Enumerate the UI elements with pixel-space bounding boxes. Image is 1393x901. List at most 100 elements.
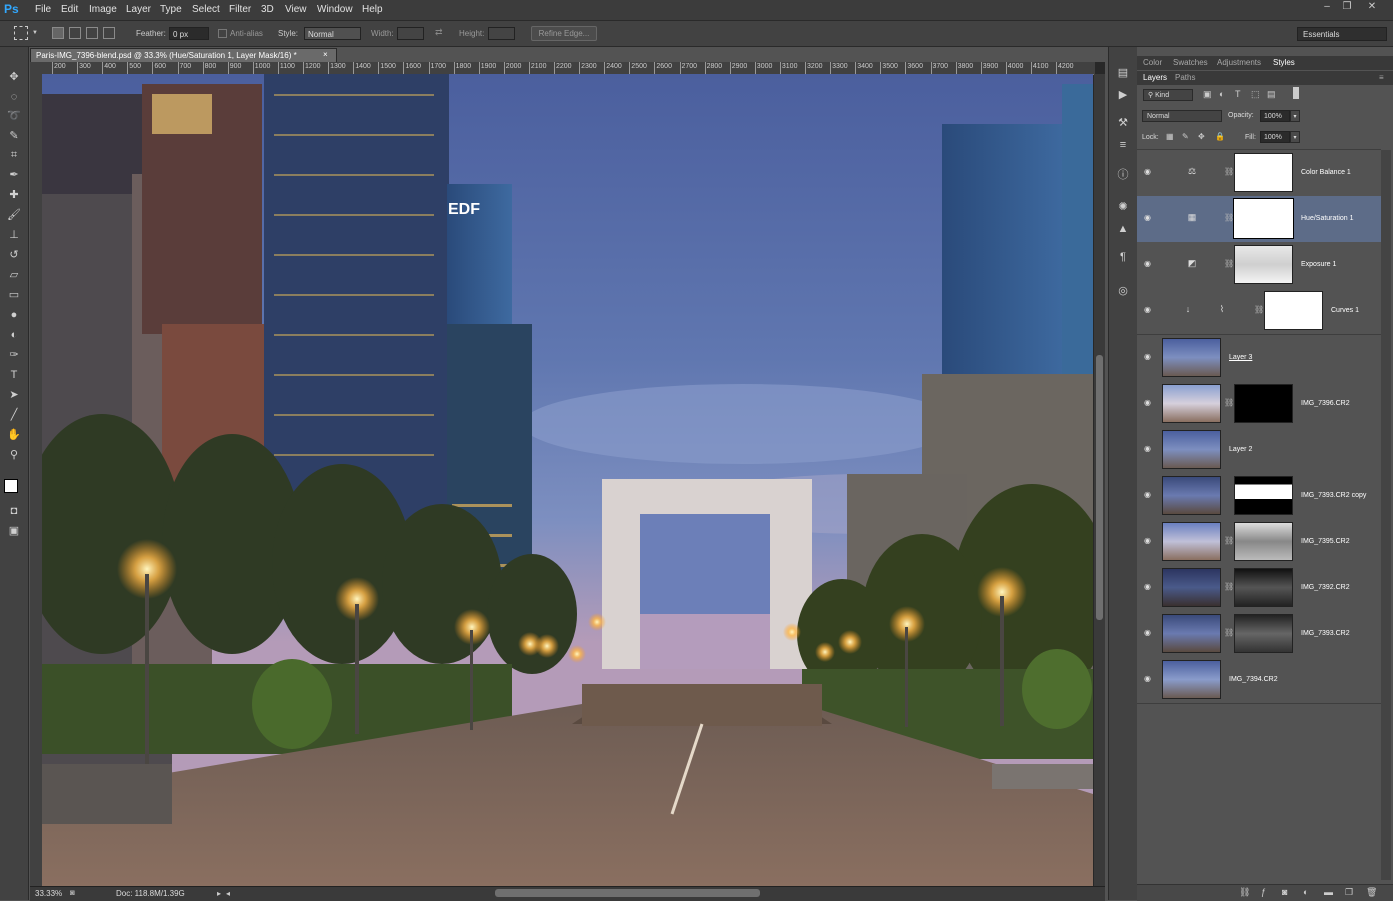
marquee-icon[interactable]: ◌ (5, 89, 23, 105)
fx-icon[interactable]: ƒ (1261, 887, 1266, 897)
layer-mask-thumb[interactable] (1264, 291, 1323, 330)
chevron-down-icon[interactable]: ▼ (32, 30, 38, 36)
zoom-level[interactable]: 33.33% (35, 889, 62, 898)
menu-3d[interactable]: 3D (261, 4, 274, 15)
layer-name[interactable]: Curves 1 (1331, 307, 1359, 314)
layer-thumb[interactable] (1162, 614, 1221, 653)
tab-swatches[interactable]: Swatches (1173, 58, 1208, 67)
move-tool-icon[interactable]: ✥ (5, 69, 23, 85)
link-icon[interactable]: ⛓ (1224, 259, 1234, 268)
history-brush-icon[interactable]: ↺ (5, 247, 23, 263)
status-menu-icon[interactable]: ▸ (217, 889, 221, 898)
quick-mask-icon[interactable]: ◘ (5, 503, 23, 519)
layer-name[interactable]: IMG_7395.CR2 (1301, 538, 1350, 545)
add-selection-icon[interactable] (69, 27, 81, 39)
tab-adjustments[interactable]: Adjustments (1217, 58, 1261, 67)
feather-input[interactable]: 0 px (169, 27, 209, 40)
filter-pixel-icon[interactable]: ▣ (1203, 89, 1212, 100)
canvas[interactable]: EDF (42, 74, 1093, 886)
antialias-checkbox[interactable] (218, 29, 227, 38)
layer-mask-thumb[interactable] (1234, 245, 1293, 284)
layer-name[interactable]: Layer 2 (1229, 446, 1252, 453)
visibility-eye-icon[interactable]: ◉ (1144, 583, 1154, 591)
quick-select-icon[interactable]: ✎ (5, 128, 23, 144)
tool-presets-icon[interactable]: ⚒ (1115, 115, 1131, 131)
lock-position-icon[interactable]: ✥ (1198, 132, 1205, 141)
fill-dropdown-icon[interactable]: ▾ (1290, 131, 1300, 143)
swap-icon[interactable]: ⇄ (435, 27, 443, 38)
line-icon[interactable]: ╱ (5, 407, 23, 423)
visibility-eye-icon[interactable]: ◉ (1144, 353, 1154, 361)
lasso-icon[interactable]: ➰ (5, 108, 23, 124)
close-icon[interactable]: ✕ (1365, 1, 1379, 13)
layer-row-img-7392[interactable]: ◉ ⛓ IMG_7392.CR2 (1137, 565, 1381, 612)
filter-adjust-icon[interactable]: ◐ (1219, 89, 1224, 99)
layer-row-img-7395[interactable]: ◉ ⛓ IMG_7395.CR2 (1137, 519, 1381, 566)
menu-help[interactable]: Help (362, 4, 383, 15)
visibility-eye-icon[interactable]: ◉ (1144, 214, 1154, 222)
layer-mask-thumb[interactable] (1234, 568, 1293, 607)
opacity-input[interactable]: 100% (1260, 110, 1290, 122)
link-icon[interactable]: ⛓ (1224, 398, 1234, 407)
blur-icon[interactable]: ● (5, 307, 23, 323)
filter-shape-icon[interactable]: ⬚ (1251, 89, 1260, 100)
filter-toggle[interactable] (1293, 87, 1299, 99)
link-icon[interactable]: ⛓ (1224, 628, 1234, 637)
channels-icon[interactable]: ◎ (1115, 283, 1131, 299)
layer-thumb[interactable] (1162, 522, 1221, 561)
layer-row-img-7394[interactable]: ◉ IMG_7394.CR2 (1137, 657, 1381, 704)
foreground-color-swatch[interactable] (4, 479, 18, 493)
lock-transparent-icon[interactable]: ▦ (1166, 132, 1174, 141)
filter-kind-select[interactable]: ⚲ Kind (1143, 89, 1193, 101)
delete-layer-icon[interactable]: 🗑 (1366, 887, 1377, 898)
layer-name[interactable]: IMG_7393.CR2 (1301, 630, 1350, 637)
layer-thumb[interactable] (1162, 568, 1221, 607)
layer-name[interactable]: IMG_7393.CR2 copy (1301, 492, 1366, 499)
menu-filter[interactable]: Filter (229, 4, 251, 15)
filter-type-icon[interactable]: T (1235, 89, 1241, 99)
layer-name[interactable]: Layer 3 (1229, 354, 1252, 361)
new-group-icon[interactable]: ▬ (1324, 887, 1333, 897)
zoom-icon[interactable]: ⚲ (5, 447, 23, 463)
layer-name[interactable]: Exposure 1 (1301, 261, 1336, 268)
style-select[interactable]: Normal (304, 27, 361, 40)
eyedropper-icon[interactable]: ✒ (5, 167, 23, 183)
new-layer-icon[interactable]: ❐ (1345, 887, 1353, 898)
menu-select[interactable]: Select (192, 4, 220, 15)
layer-row-hue-saturation[interactable]: ◉ ▦ ⛓ Hue/Saturation 1 (1137, 196, 1381, 243)
width-input[interactable] (397, 27, 424, 40)
workspace-select[interactable]: Essentials (1297, 27, 1387, 41)
vertical-scroll-thumb[interactable] (1096, 355, 1103, 620)
layer-mask-thumb[interactable] (1234, 384, 1293, 423)
menu-edit[interactable]: Edit (61, 4, 78, 15)
link-icon[interactable]: ⛓ (1224, 582, 1234, 591)
restore-icon[interactable]: ❐ (1340, 1, 1354, 13)
info-icon[interactable]: ⓘ (1115, 167, 1131, 183)
layer-name[interactable]: IMG_7394.CR2 (1229, 676, 1278, 683)
marquee-tool-icon[interactable] (14, 26, 28, 40)
new-adjustment-icon[interactable]: ◐ (1303, 887, 1308, 897)
menu-layer[interactable]: Layer (126, 4, 151, 15)
layer-mask-thumb[interactable] (1233, 198, 1294, 239)
screen-mode-icon[interactable]: ▣ (5, 523, 23, 539)
layer-mask-thumb[interactable] (1234, 476, 1293, 515)
layer-name[interactable]: IMG_7392.CR2 (1301, 584, 1350, 591)
lock-pixels-icon[interactable]: ✎ (1182, 132, 1189, 141)
opacity-dropdown-icon[interactable]: ▾ (1290, 110, 1300, 122)
visibility-eye-icon[interactable]: ◉ (1144, 629, 1154, 637)
minimize-icon[interactable]: – (1320, 1, 1334, 13)
layer-row-img-7393-copy[interactable]: ◉ IMG_7393.CR2 copy (1137, 473, 1381, 520)
history-icon[interactable]: ▤ (1115, 65, 1131, 81)
layer-row-color-balance[interactable]: ◉ ⚖ ⛓ Color Balance 1 (1137, 150, 1381, 197)
layer-row-layer-3[interactable]: ◉ Layer 3 (1137, 335, 1381, 382)
layer-name[interactable]: Color Balance 1 (1301, 169, 1351, 176)
crop-icon[interactable]: ⌗ (5, 147, 23, 163)
visibility-eye-icon[interactable]: ◉ (1144, 168, 1154, 176)
tab-styles[interactable]: Styles (1273, 58, 1295, 67)
tab-color[interactable]: Color (1143, 58, 1162, 67)
gradient-icon[interactable]: ▭ (5, 287, 23, 303)
menu-file[interactable]: File (35, 4, 51, 15)
layer-row-layer-2[interactable]: ◉ Layer 2 (1137, 427, 1381, 474)
link-icon[interactable]: ⛓ (1224, 167, 1234, 176)
dodge-icon[interactable]: ◐ (5, 327, 23, 343)
